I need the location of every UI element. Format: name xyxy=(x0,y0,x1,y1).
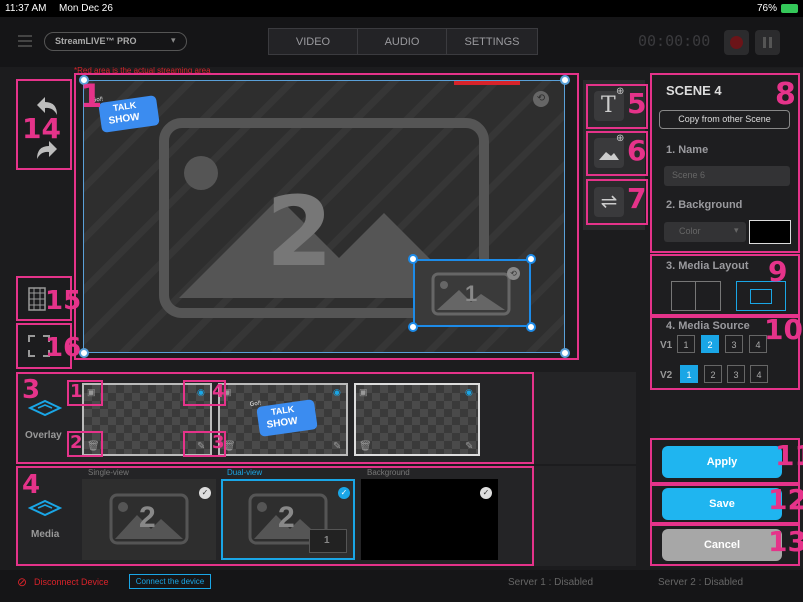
dual-view-option[interactable]: 2 1 ✓ xyxy=(221,479,355,560)
overlay-slot-3[interactable]: ▣ ◉ 🗑 ✎ xyxy=(354,383,480,456)
battery-icon xyxy=(781,4,798,13)
single-view-label: Single-view xyxy=(88,468,129,477)
resize-handle-bottom-right[interactable] xyxy=(560,348,570,358)
pip-handle-top-right[interactable] xyxy=(526,254,536,264)
annotation-11: 11 xyxy=(775,439,803,472)
media-source-label: 4. Media Source xyxy=(666,320,750,332)
check-icon: ✓ xyxy=(199,487,211,499)
background-color-swatch[interactable] xyxy=(749,220,791,244)
pip-window[interactable]: 1 ⟲ xyxy=(413,259,531,327)
v1-source-1[interactable]: 1 xyxy=(677,335,695,353)
grid-icon xyxy=(28,287,46,311)
save-button[interactable]: Save xyxy=(662,488,782,520)
annotation-13: 13 xyxy=(768,525,803,558)
background-type-select[interactable]: Color ▾ xyxy=(664,222,746,242)
record-icon xyxy=(730,36,743,49)
background-label: 2. Background xyxy=(666,199,743,211)
media-layers-icon xyxy=(28,499,62,517)
pip-preview: 1 xyxy=(309,529,347,553)
annotation-4: 4 xyxy=(22,470,41,500)
pip-handle-top-left[interactable] xyxy=(408,254,418,264)
annotation-1: 1 xyxy=(80,77,103,115)
annotation-12: 12 xyxy=(768,483,803,516)
status-time: 11:37 AM xyxy=(5,3,47,14)
menu-icon[interactable] xyxy=(18,35,32,47)
annotation-10: 10 xyxy=(764,313,803,346)
pip-handle-bottom-left[interactable] xyxy=(408,322,418,332)
scene-title: SCENE 4 xyxy=(666,83,722,98)
stream-timer: 00:00:00 xyxy=(638,32,711,50)
layout-split-option[interactable] xyxy=(671,281,721,311)
check-icon: ✓ xyxy=(338,487,350,499)
main-source-number: 2 xyxy=(266,176,333,288)
overlay-slot-2[interactable]: ▣ ◉ TALK SHOW Go!! 🗑 ✎ xyxy=(218,383,348,456)
annotation-7: 7 xyxy=(627,182,647,215)
annotation-3-small: 3 xyxy=(212,432,225,453)
disconnect-icon: ⊘ xyxy=(17,575,28,589)
edit-icon[interactable]: ✎ xyxy=(333,441,341,452)
resize-handle-top-right[interactable] xyxy=(560,75,570,85)
connect-device-button[interactable]: Connect the device xyxy=(129,574,211,589)
background-option[interactable]: ✓ xyxy=(361,479,498,560)
disconnect-status: Disconnect Device xyxy=(34,577,109,587)
overlay-layers-icon xyxy=(28,399,62,417)
battery-percent: 76% xyxy=(757,3,778,14)
text-icon: T ⊕ xyxy=(594,86,624,121)
annotation-5: 5 xyxy=(627,87,647,120)
annotation-8: 8 xyxy=(775,77,796,112)
annotation-overlay-1: 1 xyxy=(70,381,83,402)
eye-icon[interactable]: ◉ xyxy=(333,387,341,398)
overlay-label: Overlay xyxy=(25,430,62,441)
record-button[interactable] xyxy=(724,30,749,55)
apply-button[interactable]: Apply xyxy=(662,446,782,478)
streaming-area-marker xyxy=(454,81,520,85)
talk-show-sticker: TALK SHOW Go!! xyxy=(249,399,318,437)
tab-settings[interactable]: SETTINGS xyxy=(446,28,538,55)
chevron-down-icon: ▾ xyxy=(734,225,739,235)
image-add-icon: ⊕ xyxy=(594,133,624,168)
eye-icon[interactable]: ◉ xyxy=(465,387,473,398)
v2-source-3[interactable]: 3 xyxy=(727,365,745,383)
v1-source-3[interactable]: 3 xyxy=(725,335,743,353)
name-label: 1. Name xyxy=(666,144,709,156)
layer-icon[interactable]: ▣ xyxy=(359,387,368,398)
app-name: StreamLIVE™ PRO xyxy=(55,36,137,46)
v1-source-2[interactable]: 2 xyxy=(701,335,719,353)
v2-source-2[interactable]: 2 xyxy=(704,365,722,383)
swap-icon: ⇌ xyxy=(594,187,624,217)
pip-resize-icon[interactable]: ⟲ xyxy=(507,267,520,280)
server-1-status: Server 1 : Disabled xyxy=(508,577,594,588)
chevron-down-icon: ▾ xyxy=(171,35,176,45)
cancel-button[interactable]: Cancel xyxy=(662,529,782,561)
edit-icon[interactable]: ✎ xyxy=(465,441,473,452)
copy-scene-button[interactable]: Copy from other Scene xyxy=(659,110,790,129)
v2-source-1[interactable]: 1 xyxy=(680,365,698,383)
media-label: Media xyxy=(31,529,60,540)
server-2-status: Server 2 : Disabled xyxy=(658,577,744,588)
scene-name-input[interactable]: Scene 6 xyxy=(664,166,790,186)
pip-handle-bottom-right[interactable] xyxy=(526,322,536,332)
media-layout-label: 3. Media Layout xyxy=(666,260,749,272)
background-option-label: Background xyxy=(367,468,410,477)
status-bar: 11:37 AM Mon Dec 26 76% xyxy=(0,0,803,17)
annotation-9: 9 xyxy=(768,255,788,288)
annotation-4-small: 4 xyxy=(212,381,225,402)
app-selector[interactable]: StreamLIVE™ PRO ▾ xyxy=(44,32,187,51)
annotation-2: 2 xyxy=(70,432,83,453)
annotation-14: 14 xyxy=(22,112,61,145)
resize-handle-bottom-left[interactable] xyxy=(79,348,89,358)
v2-source-4[interactable]: 4 xyxy=(750,365,768,383)
annotation-6: 6 xyxy=(627,134,647,167)
status-date: Mon Dec 26 xyxy=(59,3,113,14)
pip-source-number: 1 xyxy=(465,281,478,306)
tab-audio[interactable]: AUDIO xyxy=(357,28,447,55)
single-view-option[interactable]: 2 ✓ xyxy=(82,479,216,560)
dual-view-label: Dual-view xyxy=(227,468,263,477)
check-icon: ✓ xyxy=(480,487,492,499)
resize-icon[interactable]: ⟲ xyxy=(533,91,549,107)
tab-video[interactable]: VIDEO xyxy=(268,28,358,55)
trash-icon[interactable]: 🗑 xyxy=(359,441,372,452)
pause-icon xyxy=(763,37,766,48)
pause-button[interactable] xyxy=(755,30,780,55)
